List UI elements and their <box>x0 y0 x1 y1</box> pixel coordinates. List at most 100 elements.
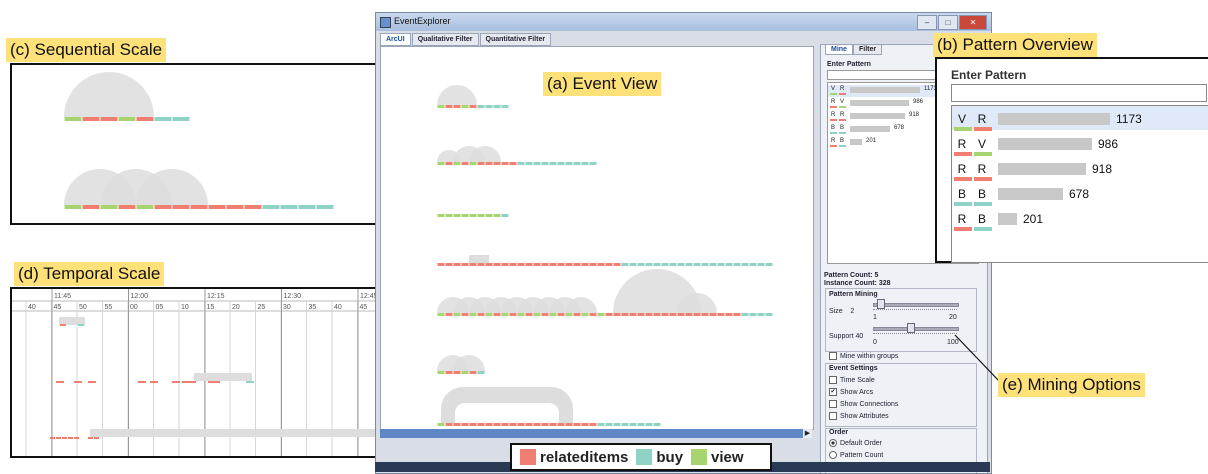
order-pattern-count-radio[interactable]: Pattern Count <box>829 451 883 459</box>
event-mark <box>525 313 533 316</box>
size-slider-thumb[interactable] <box>877 299 886 309</box>
event-mark <box>517 423 525 426</box>
support-slider-thumb[interactable] <box>906 323 915 333</box>
mine-within-groups-checkbox[interactable]: Mine within groups <box>829 352 898 360</box>
event-mark <box>150 381 158 383</box>
setting-label: Show Arcs <box>840 388 874 396</box>
pattern-count-value: 986 <box>1098 137 1119 151</box>
event-mark <box>501 423 509 426</box>
pattern-count-bar <box>850 87 920 93</box>
pattern-count-bar <box>998 188 1063 200</box>
event-mark <box>136 205 154 209</box>
event-view-canvas[interactable] <box>380 46 814 430</box>
event-mark <box>589 263 597 266</box>
pattern-row[interactable]: V R 1173 <box>952 110 1202 132</box>
event-mark <box>517 162 525 165</box>
minute-tick-label: 25 <box>258 304 266 311</box>
minute-tick-label: 35 <box>309 304 317 311</box>
pattern-row[interactable]: R V 986 <box>952 135 1202 157</box>
event-mark <box>501 214 509 217</box>
title-bar: EventExplorer – □ ✕ <box>376 13 991 31</box>
event-mark <box>190 205 208 209</box>
event-mark <box>541 313 549 316</box>
pattern-arc <box>469 255 489 263</box>
event-mark <box>645 263 653 266</box>
event-mark <box>677 313 685 316</box>
tab-qualitative-filter[interactable]: Qualitative Filter <box>411 33 479 46</box>
event-mark <box>154 117 172 121</box>
event-mark <box>208 205 226 209</box>
pattern-row[interactable]: R B 201 <box>952 210 1202 232</box>
event-mark <box>565 313 573 316</box>
setting-time-scale-checkbox[interactable]: Time Scale <box>829 376 875 384</box>
pattern-input[interactable] <box>951 84 1207 102</box>
mining-options-callout: (e) Mining Options <box>998 373 1145 397</box>
minute-tick-label: 20 <box>232 304 240 311</box>
event-mark <box>765 313 773 316</box>
event-mark <box>517 313 525 316</box>
event-mark <box>445 162 453 165</box>
minimize-button[interactable]: – <box>917 15 937 30</box>
legend-item: view <box>691 449 744 466</box>
event-mark <box>172 117 190 121</box>
event-mark <box>581 423 589 426</box>
event-mark <box>621 263 629 266</box>
order-default-order-radio[interactable]: Default Order <box>829 439 882 447</box>
event-mark <box>589 162 597 165</box>
event-mark <box>757 263 765 266</box>
setting-show-connections-checkbox[interactable]: Show Connections <box>829 400 898 408</box>
size-slider-track[interactable] <box>873 303 959 307</box>
pattern-row[interactable]: B B 678 <box>952 185 1202 207</box>
support-slider-track[interactable] <box>873 327 959 331</box>
event-mark <box>645 423 653 426</box>
pattern-row[interactable]: R R 918 <box>952 160 1202 182</box>
event-mark <box>637 423 645 426</box>
pattern-overview-callout: (b) Pattern Overview <box>933 33 1097 57</box>
event-mark <box>613 263 621 266</box>
event-mark <box>501 162 509 165</box>
event-mark <box>509 162 517 165</box>
pattern-list[interactable]: V R 1173 R V 986 R R 918 B B 678 R B 201 <box>951 105 1208 263</box>
maximize-button[interactable]: □ <box>938 15 958 30</box>
event-mark <box>136 117 154 121</box>
pattern-event-a: R <box>957 212 967 226</box>
event-mark <box>629 263 637 266</box>
horizontal-scrollbar[interactable]: ▶ <box>380 429 812 438</box>
event-mark <box>445 313 453 316</box>
app-icon <box>380 17 391 28</box>
pattern-event-a: R <box>957 162 967 176</box>
tab-filter[interactable]: Filter <box>853 44 883 55</box>
event-mark <box>469 214 477 217</box>
pattern-event-a: R <box>831 138 836 144</box>
event-mark <box>437 371 445 374</box>
event-mark <box>653 313 661 316</box>
minute-tick-label: 45 <box>360 304 368 311</box>
event-mark <box>525 423 533 426</box>
tab-mine[interactable]: Mine <box>825 44 853 55</box>
scroll-right-icon[interactable]: ▶ <box>803 429 812 438</box>
event-mark <box>749 263 757 266</box>
setting-show-attributes-checkbox[interactable]: Show Attributes <box>829 412 889 420</box>
minute-tick-label: 15 <box>207 304 215 311</box>
setting-show-arcs-checkbox[interactable]: ✔ Show Arcs <box>829 388 873 396</box>
hour-tick-label: 12:30 <box>284 293 302 300</box>
event-mark <box>741 263 749 266</box>
checkbox-icon <box>829 376 837 384</box>
minute-tick-label: 05 <box>156 304 164 311</box>
event-type-swatch <box>954 227 972 231</box>
checkbox-icon <box>829 412 837 420</box>
tab-quantitative-filter[interactable]: Quantitative Filter <box>479 33 552 46</box>
event-mark <box>581 162 589 165</box>
close-button[interactable]: ✕ <box>959 15 987 30</box>
event-mark <box>661 313 669 316</box>
order-label: Pattern Count <box>840 451 884 459</box>
event-type-swatch <box>974 152 992 156</box>
event-mark <box>733 263 741 266</box>
pattern-event-a: V <box>957 112 966 126</box>
support-min: 0 <box>873 339 877 346</box>
event-mark <box>533 162 541 165</box>
event-mark <box>501 313 509 316</box>
temporal-scale-panel: 40455055000510152025303540455011:4512:00… <box>10 287 400 458</box>
tab-arcui[interactable]: ArcUI <box>380 33 411 46</box>
event-mark <box>669 313 677 316</box>
